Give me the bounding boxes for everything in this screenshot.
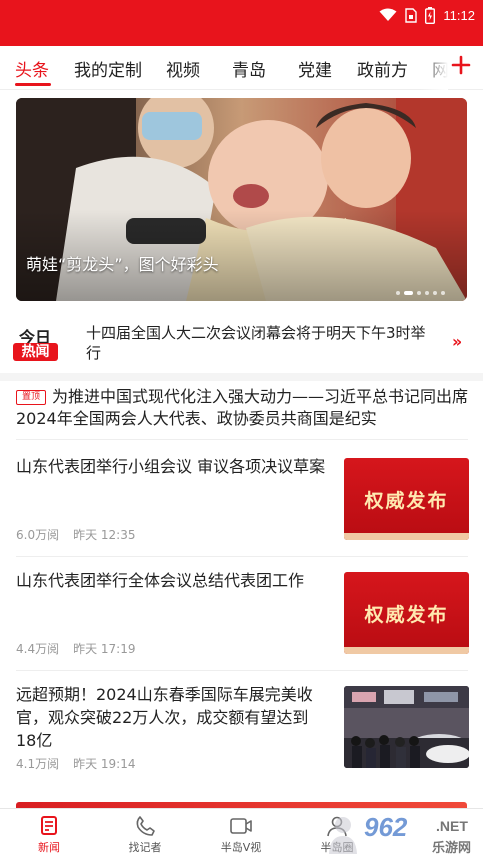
bottom-nav-video[interactable]: 半岛V视 [201, 815, 281, 855]
news-time: 昨天 17:19 [73, 642, 136, 656]
bottom-nav-label: 半岛V视 [220, 841, 262, 854]
pinned-tag: 置顶 [16, 390, 46, 405]
thumbnail-text: 权威发布 [364, 490, 449, 512]
site-watermark: 962 .NET 乐游网 [318, 808, 483, 860]
banner-caption: 萌娃“剪龙头”，图个好彩头 [26, 255, 219, 274]
news-title: 山东代表团举行全体会议总结代表团工作 [16, 571, 305, 590]
car-show-photo [344, 686, 469, 768]
active-tab-indicator [15, 83, 51, 86]
section-divider [0, 373, 483, 381]
news-icon [41, 816, 57, 835]
thumbnail-text: 权威发布 [364, 604, 449, 626]
pinned-news-title: 为推进中国式现代化注入强大动力——习近平总书记同出席2024年全国两会人大代表、… [16, 387, 469, 428]
banner-carousel[interactable]: 萌娃“剪龙头”，图个好彩头 [16, 98, 467, 301]
news-title: 山东代表团举行小组会议 审议各项决议草案 [16, 457, 326, 476]
tab-qingdao[interactable]: 青岛 [232, 56, 266, 81]
news-time: 昨天 19:14 [73, 757, 136, 771]
carousel-dot-active [404, 291, 413, 295]
sim-icon [405, 7, 418, 23]
news-meta: 6.0万阅 昨天 12:35 [16, 526, 136, 543]
phone-icon [136, 816, 155, 836]
tab-party[interactable]: 党建 [298, 56, 332, 81]
news-meta: 4.4万阅 昨天 17:19 [16, 640, 136, 657]
watermark-cn: 乐游网 [432, 841, 472, 856]
channel-tabs: 头条 我的定制 视频 青岛 党建 政前方 网 [0, 46, 483, 90]
carousel-dot [396, 291, 400, 295]
bottom-nav-label: 新闻 [38, 841, 60, 854]
bottom-nav-find-reporter[interactable]: 找记者 [105, 815, 185, 855]
watermark-brand: 962 [364, 812, 408, 842]
news-time: 昨天 12:35 [73, 528, 136, 542]
bottom-nav-label: 找记者 [128, 841, 162, 854]
hot-news-ticker[interactable]: 今日 热闻 十四届全国人大二次会议闭幕会将于明天下午3时举行 ›› [0, 312, 483, 374]
double-chevron-right-icon[interactable]: ›› [452, 332, 462, 351]
news-item[interactable]: 山东代表团举行小组会议 审议各项决议草案 6.0万阅 昨天 12:35 权威发布 [16, 443, 469, 557]
battery-icon [425, 6, 436, 24]
hot-news-text[interactable]: 十四届全国人大二次会议闭幕会将于明天下午3时举行 [86, 323, 426, 363]
news-thumbnail [344, 686, 469, 768]
news-item[interactable]: 远超预期！2024山东春季国际车展完美收官，观众突破22万人次，成交额有望达到1… [16, 671, 469, 787]
wifi-icon [379, 8, 397, 21]
carousel-dot [425, 291, 429, 295]
tab-my-custom[interactable]: 我的定制 [74, 56, 142, 81]
video-icon [230, 818, 252, 834]
watermark-logo-icon [329, 817, 357, 854]
tab-headline[interactable]: 头条 [15, 56, 49, 81]
add-channel-icon[interactable] [450, 54, 472, 76]
news-views: 4.1万阅 [16, 757, 60, 771]
news-thumbnail: 权威发布 [344, 458, 469, 540]
pinned-news-item[interactable]: 为推进中国式现代化注入强大动力——习近平总书记同出席2024年全国两会人大代表、… [16, 386, 468, 440]
bottom-nav-news[interactable]: 新闻 [9, 815, 89, 855]
status-icons: 11:12 [379, 6, 475, 24]
hot-badge-hot: 热闻 [13, 343, 58, 361]
carousel-dot [433, 291, 437, 295]
tab-politics[interactable]: 政前方 [357, 56, 408, 81]
news-title: 远超预期！2024山东春季国际车展完美收官，观众突破22万人次，成交额有望达到1… [16, 685, 313, 750]
tab-video[interactable]: 视频 [166, 56, 200, 81]
news-views: 4.4万阅 [16, 642, 60, 656]
tab-fade [420, 46, 448, 90]
watermark-suffix: .NET [436, 818, 468, 834]
news-thumbnail: 权威发布 [344, 572, 469, 654]
news-meta: 4.1万阅 昨天 19:14 [16, 755, 136, 772]
status-bar: 11:12 [0, 0, 483, 46]
news-views: 6.0万阅 [16, 528, 60, 542]
news-item[interactable]: 山东代表团举行全体会议总结代表团工作 4.4万阅 昨天 17:19 权威发布 [16, 557, 469, 671]
carousel-dot [441, 291, 445, 295]
carousel-dots [396, 291, 445, 295]
carousel-dot [417, 291, 421, 295]
status-time: 11:12 [443, 7, 475, 23]
